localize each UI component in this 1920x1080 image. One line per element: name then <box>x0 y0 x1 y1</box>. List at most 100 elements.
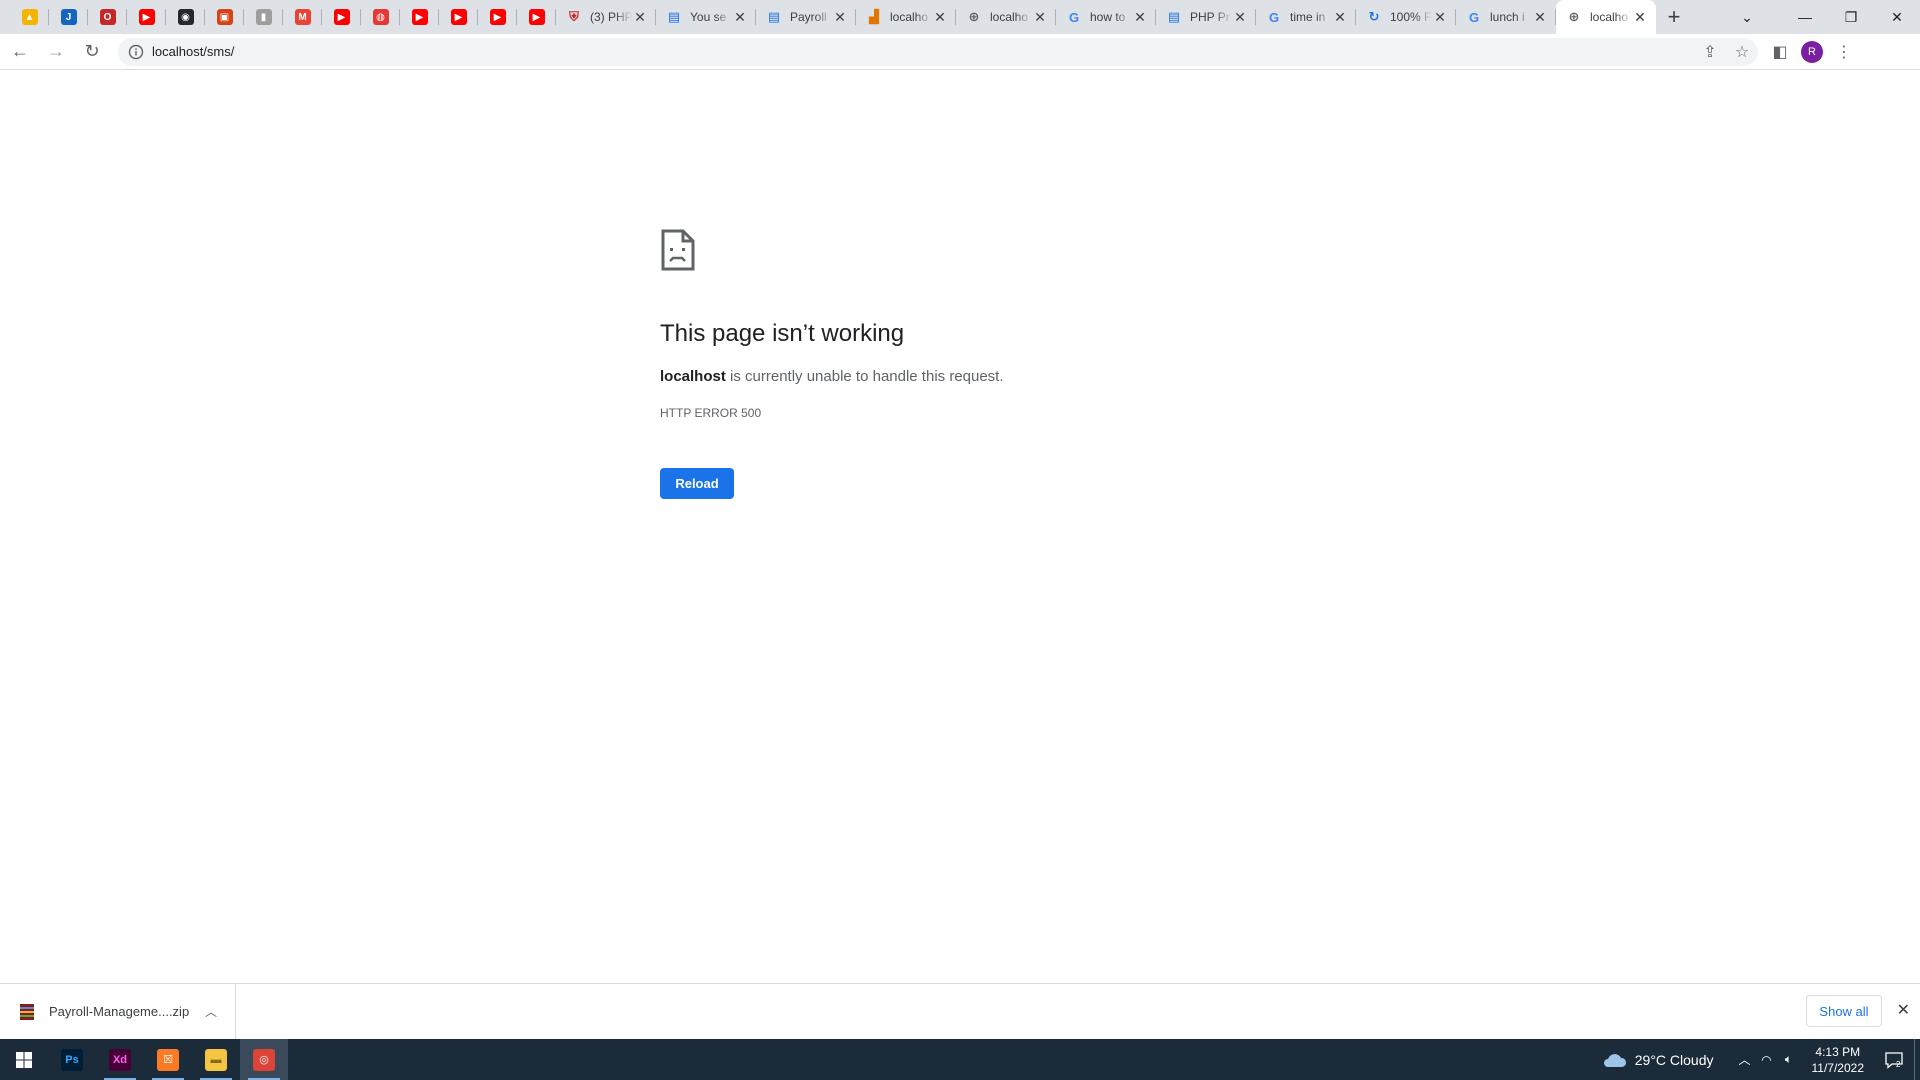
tab-search-icon[interactable]: ⌄ <box>1724 0 1770 34</box>
close-window-icon[interactable]: ✕ <box>1874 0 1920 34</box>
gmail-icon: M <box>294 9 311 25</box>
tab[interactable]: ▤ Payroll ✕ <box>756 0 856 34</box>
forward-icon[interactable]: → <box>40 36 72 68</box>
menu-kebab-icon[interactable]: ⋮ <box>1828 36 1860 68</box>
error-code: HTTP ERROR 500 <box>660 406 762 420</box>
profile-button[interactable]: R <box>1796 36 1828 68</box>
close-tab-icon[interactable]: ✕ <box>1232 9 1248 25</box>
photoshop-icon: Ps <box>61 1048 83 1071</box>
volume-icon[interactable]: 🔈︎ <box>1778 1052 1800 1067</box>
browser-toolbar: ← → ↻ localhost/sms/ ⇪ ☆ ◧ R ⋮ <box>0 34 1920 70</box>
show-desktop-button[interactable] <box>1914 1039 1920 1080</box>
close-tab-icon[interactable]: ✕ <box>1532 9 1548 25</box>
tab-active[interactable]: ⊕ localho ✕ <box>1556 0 1656 34</box>
window-controls: ⌄ — ❐ ✕ <box>1724 0 1920 34</box>
pinned-tab[interactable]: ▶ <box>439 0 478 34</box>
tab[interactable]: ↻ 100% F ✕ <box>1356 0 1456 34</box>
reload-button[interactable]: Reload <box>660 468 734 499</box>
close-tab-icon[interactable]: ✕ <box>1032 9 1048 25</box>
globe-icon: ⊕ <box>968 9 980 24</box>
system-tray: 29°C Cloudy ︿ ◠ 🔈︎ 4:13 PM 11/7/2022 2 <box>1601 1039 1920 1080</box>
download-shelf: Payroll-Manageme....zip ︿ Show all ✕ <box>0 983 1920 1040</box>
taskbar-app[interactable]: ☒ <box>144 1039 192 1080</box>
youtube-icon: ▶ <box>333 9 350 25</box>
youtube-icon: ▶ <box>489 9 506 25</box>
bookmark-star-icon[interactable]: ☆ <box>1726 38 1758 66</box>
chevron-up-icon[interactable]: ︿ <box>1734 1051 1756 1068</box>
pinned-tab[interactable]: ▶ <box>127 0 166 34</box>
close-tab-icon[interactable]: ✕ <box>1632 9 1648 25</box>
xampp-icon: ☒ <box>157 1048 179 1071</box>
pinned-tab[interactable]: ▮ <box>244 0 283 34</box>
back-icon[interactable]: ← <box>4 36 36 68</box>
weather-widget[interactable]: 29°C Cloudy <box>1601 1051 1714 1069</box>
notification-center-button[interactable]: 2 <box>1874 1039 1914 1080</box>
taskbar-apps: Ps Xd ☒ ▬ ◎ <box>48 1039 288 1080</box>
tab[interactable]: ⛨ (3) PHP ✕ <box>556 0 656 34</box>
google-drive-icon: ▲ <box>21 9 38 25</box>
google-icon: G <box>1468 9 1480 25</box>
pinned-tab[interactable]: ▣ <box>205 0 244 34</box>
pinned-tab[interactable]: ▶ <box>517 0 556 34</box>
start-button[interactable] <box>0 1039 48 1080</box>
show-all-button[interactable]: Show all <box>1806 995 1882 1027</box>
pinned-tab[interactable]: J <box>49 0 88 34</box>
wifi-icon[interactable]: ◠ <box>1756 1053 1778 1067</box>
office-icon: ▣ <box>216 9 233 25</box>
pinned-tab[interactable]: ◍ <box>361 0 400 34</box>
chart-app-icon: ▮ <box>255 9 272 25</box>
pinned-tab[interactable]: M <box>283 0 322 34</box>
chevron-up-icon[interactable]: ︿ <box>205 1003 217 1020</box>
close-tab-icon[interactable]: ✕ <box>732 9 748 25</box>
error-title: This page isn’t working <box>660 320 905 347</box>
taskbar-app[interactable]: ▬ <box>192 1039 240 1080</box>
youtube-icon: ▶ <box>528 9 545 25</box>
chrome-icon: ◎ <box>253 1048 275 1071</box>
new-tab-icon[interactable]: + <box>1656 0 1692 34</box>
minimize-icon[interactable]: — <box>1782 0 1828 34</box>
globe-icon: ⊕ <box>1568 9 1580 24</box>
tab[interactable]: Ghow to ✕ <box>1056 0 1156 34</box>
tab[interactable]: Gtime in ✕ <box>1256 0 1356 34</box>
google-icon: G <box>1068 9 1080 25</box>
download-item[interactable]: Payroll-Manageme....zip ︿ <box>0 983 236 1040</box>
close-shelf-icon[interactable]: ✕ <box>1897 1000 1910 1020</box>
weather-text: 29°C Cloudy <box>1634 1051 1714 1068</box>
tab[interactable]: ⊕ localho ✕ <box>956 0 1056 34</box>
pinned-tab[interactable]: O <box>88 0 127 34</box>
close-tab-icon[interactable]: ✕ <box>632 9 648 25</box>
close-tab-icon[interactable]: ✕ <box>932 9 948 25</box>
side-panel-icon[interactable]: ◧ <box>1764 36 1796 68</box>
address-bar[interactable]: localhost/sms/ ⇪ ☆ <box>118 37 1758 66</box>
reload-icon[interactable]: ↻ <box>76 36 108 68</box>
restore-icon[interactable]: ❐ <box>1828 0 1874 34</box>
tab-title: time in <box>1290 10 1326 24</box>
share-icon[interactable]: ⇪ <box>1694 38 1726 66</box>
error-description: localhost is currently unable to handle … <box>660 368 1220 385</box>
close-tab-icon[interactable]: ✕ <box>1332 9 1348 25</box>
archive-file-icon <box>20 1003 34 1020</box>
taskbar-app[interactable]: Ps <box>48 1039 96 1080</box>
taskbar-app[interactable]: ◎ <box>240 1039 288 1080</box>
google-icon: G <box>1268 9 1280 25</box>
pinned-tab[interactable]: ▶ <box>322 0 361 34</box>
tab[interactable]: ▤ PHP Pr ✕ <box>1156 0 1256 34</box>
close-tab-icon[interactable]: ✕ <box>1432 9 1448 25</box>
error-host: localhost <box>660 368 726 385</box>
pinned-tab[interactable]: ▶ <box>478 0 517 34</box>
url-text[interactable]: localhost/sms/ <box>152 44 234 59</box>
tab[interactable]: ▟ localho ✕ <box>856 0 956 34</box>
tab-title: how to <box>1090 10 1126 24</box>
close-tab-icon[interactable]: ✕ <box>832 9 848 25</box>
close-tab-icon[interactable]: ✕ <box>1132 9 1148 25</box>
pinned-tab[interactable]: ▲ <box>10 0 49 34</box>
pinned-tab[interactable]: ◉ <box>166 0 205 34</box>
pinned-tab[interactable]: ▶ <box>400 0 439 34</box>
site-info-icon[interactable] <box>128 44 144 60</box>
tab[interactable]: Glunch i ✕ <box>1456 0 1556 34</box>
refresh-icon: ↻ <box>1368 9 1380 24</box>
tab-title: localho <box>1590 10 1629 24</box>
taskbar-app[interactable]: Xd <box>96 1039 144 1080</box>
clock[interactable]: 4:13 PM 11/7/2022 <box>1812 1044 1865 1076</box>
tab[interactable]: ▤ You se ✕ <box>656 0 756 34</box>
